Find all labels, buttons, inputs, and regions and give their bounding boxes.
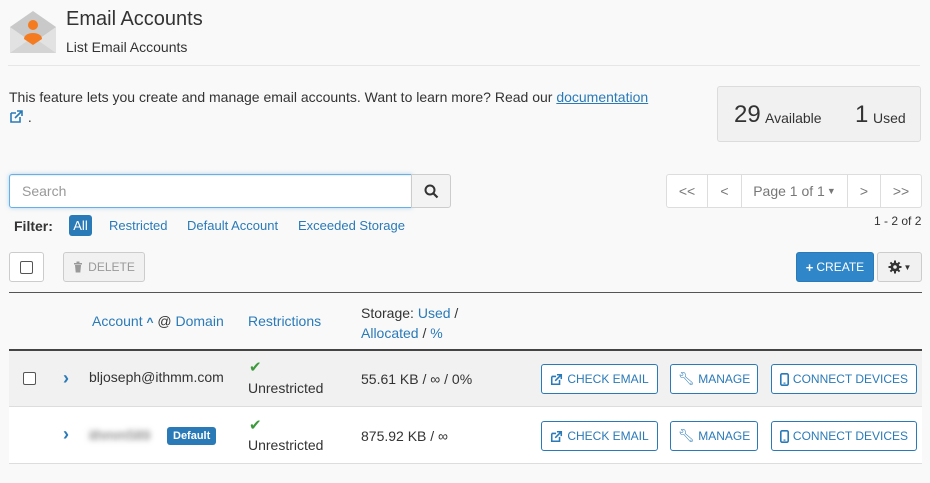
settings-dropdown-button[interactable]: ▼ (877, 252, 922, 282)
sort-used-link[interactable]: Used (418, 305, 451, 321)
page-title: Email Accounts (66, 8, 203, 30)
create-label: CREATE (816, 260, 865, 274)
check-email-label: CHECK EMAIL (567, 429, 649, 443)
storage-separator: / (422, 325, 427, 341)
table-row: › ithmm589 Default ✔ Unrestricted 875.92… (9, 407, 922, 464)
sort-account-link[interactable]: Account (92, 313, 143, 329)
storage-usage: 875.92 KB / ∞ (361, 428, 449, 444)
expand-row-chevron-icon[interactable]: › (63, 424, 69, 445)
account-address: ithmm589 (89, 427, 151, 443)
sort-allocated-link[interactable]: Allocated (361, 325, 419, 341)
email-envelope-icon (8, 7, 58, 57)
checkmark-icon: ✔ (249, 417, 262, 434)
manage-button[interactable]: 🔧︎ MANAGE (670, 364, 758, 394)
filter-exceeded-storage[interactable]: Exceeded Storage (298, 218, 405, 233)
documentation-link[interactable]: documentation (556, 89, 648, 105)
available-count: 29 (734, 101, 761, 128)
filter-label: Filter: (14, 218, 53, 234)
account-stats-panel: 29 Available 1 Used (717, 86, 921, 142)
at-sign: @ (157, 313, 172, 329)
restriction-status[interactable]: Unrestricted (248, 380, 323, 396)
delete-label: DELETE (88, 260, 135, 274)
sort-asc-icon: ^ (146, 315, 154, 329)
intro-body: This feature lets you create and manage … (9, 89, 557, 105)
used-count: 1 (855, 101, 869, 128)
search-button[interactable] (411, 174, 451, 208)
wrench-icon: 🔧︎ (677, 371, 695, 386)
prev-page-button[interactable]: < (708, 175, 742, 207)
intro-text: This feature lets you create and manage … (9, 87, 699, 127)
restriction-status: Unrestricted (248, 437, 324, 453)
caret-down-icon: ▼ (826, 186, 836, 196)
gear-icon (888, 260, 902, 274)
create-button[interactable]: + CREATE (796, 252, 874, 282)
wrench-icon: 🔧︎ (677, 428, 695, 443)
manage-label: MANAGE (698, 372, 751, 386)
used-label: Used (873, 110, 906, 126)
search-input[interactable] (9, 174, 412, 208)
pagination: << < Page 1 of 1 ▼ > >> (666, 174, 922, 208)
default-badge: Default (167, 427, 217, 445)
connect-devices-button[interactable]: CONNECT DEVICES (771, 364, 917, 394)
checkbox-box (20, 260, 33, 274)
manage-label: MANAGE (698, 429, 751, 443)
connect-devices-label: CONNECT DEVICES (792, 372, 909, 386)
results-range: 1 - 2 of 2 (874, 214, 922, 228)
column-header-account: Account ^ @ Domain (92, 313, 224, 329)
search-icon (424, 184, 438, 198)
row-checkbox[interactable] (23, 372, 36, 385)
connect-devices-button[interactable]: CONNECT DEVICES (771, 421, 917, 451)
select-all-checkbox[interactable] (9, 252, 44, 282)
last-page-button[interactable]: >> (881, 175, 921, 207)
mobile-phone-icon (779, 372, 789, 386)
trash-icon (74, 261, 83, 273)
check-email-button[interactable]: CHECK EMAIL (541, 421, 658, 451)
column-header-restrictions: Restrictions (248, 313, 321, 329)
plus-icon: + (805, 259, 814, 275)
storage-separator: / (454, 305, 459, 321)
storage-usage: 55.61 KB / ∞ / 0% (361, 371, 473, 387)
check-email-button[interactable]: CHECK EMAIL (541, 364, 658, 394)
external-link-icon[interactable] (9, 109, 24, 124)
next-page-button[interactable]: > (848, 175, 881, 207)
table-row: › bljoseph@ithmm.com ✔ Unrestricted 55.6… (9, 351, 922, 407)
storage-label: Storage: (361, 305, 414, 321)
expand-row-chevron-icon[interactable]: › (63, 368, 69, 389)
connect-devices-label: CONNECT DEVICES (792, 429, 909, 443)
header-divider (8, 65, 920, 66)
manage-button[interactable]: 🔧︎ MANAGE (670, 421, 758, 451)
page-indicator: Page 1 of 1 (753, 183, 825, 199)
caret-down-icon: ▼ (903, 262, 912, 272)
filter-all[interactable]: All (69, 215, 92, 236)
sort-restrictions-link[interactable]: Restrictions (248, 313, 321, 329)
filter-default-account[interactable]: Default Account (187, 218, 278, 233)
delete-button[interactable]: DELETE (63, 252, 145, 282)
check-email-label: CHECK EMAIL (567, 372, 649, 386)
sort-domain-link[interactable]: Domain (176, 313, 224, 329)
available-label: Available (765, 110, 822, 126)
filter-restricted[interactable]: Restricted (109, 218, 168, 233)
column-header-storage: Storage: Used / Allocated / % (361, 303, 458, 343)
first-page-button[interactable]: << (667, 175, 708, 207)
checkmark-icon: ✔ (249, 359, 262, 376)
sort-percent-link[interactable]: % (430, 325, 442, 341)
page-select[interactable]: Page 1 of 1 ▼ (742, 175, 848, 207)
page-subtitle: List Email Accounts (66, 39, 188, 55)
external-link-icon (551, 430, 563, 442)
table-top-border (9, 292, 922, 293)
account-address: bljoseph@ithmm.com (89, 369, 224, 385)
intro-suffix: . (27, 109, 32, 125)
external-link-icon (551, 373, 563, 385)
mobile-phone-icon (779, 429, 789, 443)
